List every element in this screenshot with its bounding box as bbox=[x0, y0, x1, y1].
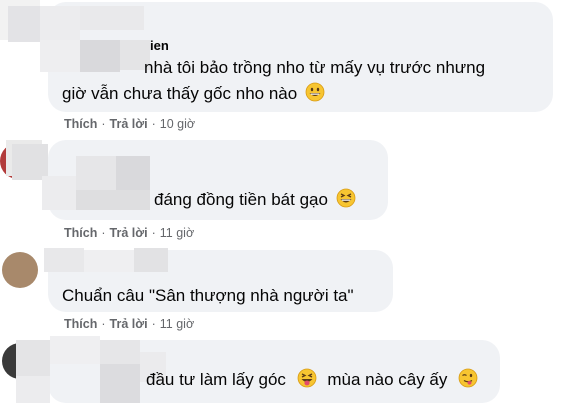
comment-text-line: giờ vẫn chưa thấy gốc nho nào bbox=[62, 84, 298, 103]
avatar[interactable] bbox=[2, 252, 38, 288]
redaction-blur bbox=[6, 140, 156, 212]
separator: · bbox=[101, 226, 106, 240]
comment-text-line: Chuẩn câu "Sân thượng nhà người ta" bbox=[62, 286, 354, 305]
comment-actions: Thích · Trả lời · 11 giờ bbox=[64, 317, 194, 331]
reply-link[interactable]: Trả lời bbox=[110, 226, 148, 240]
reply-link[interactable]: Trả lời bbox=[110, 117, 148, 131]
tongue-out-emoji-icon bbox=[297, 368, 317, 396]
comment-text-line: đáng đồng tiền bát gạo bbox=[154, 190, 328, 209]
timestamp[interactable]: 10 giờ bbox=[160, 117, 195, 131]
like-link[interactable]: Thích bbox=[64, 226, 97, 240]
comment-text: Chuẩn câu "Sân thượng nhà người ta" bbox=[62, 283, 354, 309]
comment-text: đầu tư làm lấy góc mùa nào cây ấy bbox=[146, 367, 478, 396]
comment-text-line: đầu tư làm lấy góc bbox=[146, 370, 286, 389]
redaction-blur bbox=[44, 248, 174, 274]
like-link[interactable]: Thích bbox=[64, 317, 97, 331]
redaction-blur bbox=[0, 0, 150, 72]
separator: · bbox=[101, 117, 106, 131]
comment-text: đáng đồng tiền bát gạo bbox=[154, 187, 356, 216]
laugh-squint-emoji-icon bbox=[336, 188, 356, 216]
redaction-blur bbox=[16, 336, 166, 403]
timestamp[interactable]: 11 giờ bbox=[160, 226, 194, 240]
reply-link[interactable]: Trả lời bbox=[110, 317, 148, 331]
separator: · bbox=[101, 317, 106, 331]
timestamp[interactable]: 11 giờ bbox=[160, 317, 194, 331]
separator: · bbox=[151, 317, 156, 331]
like-link[interactable]: Thích bbox=[64, 117, 97, 131]
comment-text: giờ vẫn chưa thấy gốc nho nào bbox=[62, 81, 325, 110]
separator: · bbox=[151, 117, 156, 131]
comment-actions: Thích · Trả lời · 11 giờ bbox=[64, 226, 194, 240]
separator: · bbox=[151, 226, 156, 240]
comment-text-line: mùa nào cây ấy bbox=[327, 370, 448, 389]
comment-text: nhà tôi bảo trồng nho từ mấy vụ trước nh… bbox=[144, 55, 485, 81]
wink-tongue-emoji-icon bbox=[458, 368, 478, 396]
comment-text-line: nhà tôi bảo trồng nho từ mấy vụ trước nh… bbox=[144, 58, 486, 77]
comment-actions: Thích · Trả lời · 10 giờ bbox=[64, 117, 195, 131]
commenter-name[interactable]: ien bbox=[150, 38, 169, 53]
grin-emoji-icon bbox=[305, 82, 325, 110]
